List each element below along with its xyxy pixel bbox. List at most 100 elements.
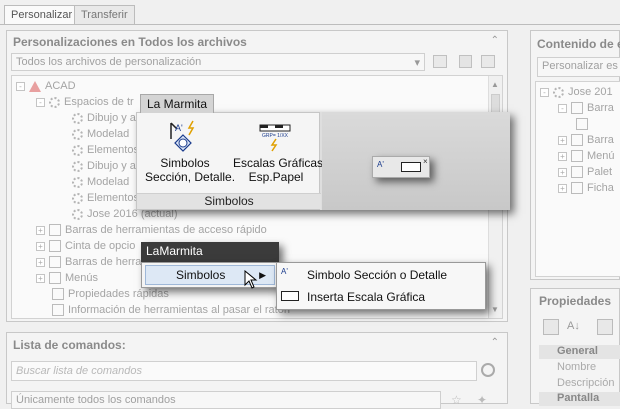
command-search-input[interactable]: Buscar lista de comandos [11,361,477,381]
tree-label: Propiedades rápidas [68,288,169,300]
open-file-icon[interactable] [433,55,447,68]
ribbon-tab-la-marmita[interactable]: La Marmita [140,94,214,113]
tab-transferir[interactable]: Transferir [74,5,135,24]
property-pages-icon[interactable] [597,319,613,335]
sort-alpha-icon[interactable]: A↓ [567,320,580,332]
scroll-thumb[interactable] [491,94,500,114]
tree-label: Cinta de opcio [65,240,136,252]
customize-workspace-button[interactable]: Personalizar es [537,57,620,77]
collapse-icon[interactable]: ⌃ [491,35,499,46]
tree-label: Barras de herramientas de acceso rápido [65,224,267,236]
filter-value: Únicamente todos los comandos [16,394,176,406]
graphic-scale-icon [281,291,299,301]
tree-item-qat[interactable]: + Barras de herramientas de acceso rápido [36,222,267,238]
tree-item[interactable]: + Ficha [558,180,614,196]
gear-icon [72,112,83,124]
svg-text:A': A' [175,123,183,133]
gear-icon [72,192,83,204]
menu-item-label: Simbolos [176,268,226,282]
properties-panel: Propiedades A↓ General Nombre Descripció… [530,288,620,406]
expander-icon: + [36,241,45,251]
star-icon[interactable]: ☆ [451,393,462,407]
search-placeholder: Buscar lista de comandos [16,365,142,377]
ribbon-preview: A' Simbolos Sección, Detalle. GRP= 1/XX … [136,112,510,210]
section-symbol-icon: A' [170,120,195,152]
scroll-up-icon[interactable]: ▲ [491,80,499,89]
tree-label: Modelad [87,176,130,188]
tree-item[interactable]: + Barra [558,132,614,148]
tree-item[interactable]: Elementos [72,142,139,158]
tree-label: Ficha [587,182,614,194]
tree-label: Información de herramientas al pasar el … [68,304,290,316]
tree-item-workspaces[interactable]: - Espacios de tr [36,94,134,110]
tree-item[interactable]: Modelad [72,174,129,190]
section-symbol-icon[interactable]: A' [377,160,397,176]
tree-item[interactable]: + Menú [558,148,615,164]
tree-item-ribbon[interactable]: + Cinta de opcio [36,238,135,254]
load-partial-icon[interactable] [481,55,495,68]
tree-label: Elementos [87,144,139,156]
categorized-icon[interactable] [543,319,559,335]
save-icon[interactable] [459,55,472,68]
expander-icon: - [540,87,549,97]
simbolos-seccion-button[interactable]: A' Simbolos Sección, Detalle. [145,119,236,189]
button-label: Personalizar es [542,60,618,72]
expander-icon: + [36,257,45,267]
tree-item[interactable]: + Palet [558,164,612,180]
submenu-item-escala[interactable]: Inserta Escala Gráfica [279,287,483,307]
chevron-down-icon: ▾ [414,57,420,69]
graphic-scale-icon: GRP= 1/XX [259,124,291,152]
submenu-item-seccion[interactable]: A' Simbolo Sección o Detalle [279,265,483,285]
tree-label: Elementos [87,192,139,204]
tree-item[interactable]: - Barra [558,100,614,116]
item-icon [576,118,588,130]
tree-item-menus[interactable]: + Menús [36,270,98,286]
tree-item-sub[interactable] [576,116,588,132]
floating-toolbar: A' × [372,156,430,178]
tab-personalizar[interactable]: Personalizar [4,5,80,25]
expander-icon: + [558,135,567,145]
menu-icon [49,272,61,284]
tree-item-acad[interactable]: - ACAD [16,78,76,94]
tab-divider [0,24,620,25]
expander-icon: - [36,97,45,107]
button-line1: Escalas Gráficas [233,156,324,170]
commands-title: Lista de comandos: [13,338,126,352]
submenu-item-label: Inserta Escala Gráfica [307,290,426,304]
expander-icon: + [558,183,567,193]
new-command-icon[interactable]: ✦ [477,393,487,407]
tab-icon [571,182,583,194]
section-general[interactable]: General [539,345,620,359]
button-line2: Esp.Papel [248,170,304,184]
section-symbol-icon: A' [281,267,288,276]
tree-item[interactable]: Dibujo y a [72,110,136,126]
tree-item[interactable]: Dibujo y a [72,158,136,174]
tree-label: Dibujo y a [87,160,136,172]
toolbar-icon [571,134,583,146]
escalas-graficas-button[interactable]: GRP= 1/XX Escalas Gráficas Esp.Papel [233,119,324,189]
tree-label: Modelad [87,128,130,140]
collapse-icon[interactable]: ⌃ [491,337,499,348]
tree-item-rollover[interactable]: Información de herramientas al pasar el … [52,302,290,318]
scroll-down-icon[interactable]: ▼ [491,305,499,314]
toolbar-icon [49,256,61,268]
gear-icon [72,160,83,172]
tree-item-jose[interactable]: - Jose 201 [540,84,613,100]
search-icon[interactable] [481,363,495,377]
tree-item-quick-props[interactable]: Propiedades rápidas [52,286,169,302]
tree-item-toolbars[interactable]: + Barras de herra [36,254,141,270]
commands-panel: Lista de comandos: ⌃ Buscar lista de com… [6,332,508,409]
tree-item[interactable]: Modelad [72,126,129,142]
prop-name: Nombre [557,361,597,373]
tree-item[interactable]: Elementos [72,190,139,206]
graphic-scale-icon[interactable] [401,162,421,172]
button-line2: Sección, Detalle. [145,170,236,184]
submenu: A' Simbolo Sección o Detalle Inserta Esc… [276,262,486,310]
command-filter-select[interactable]: Únicamente todos los comandos [11,391,441,409]
close-icon[interactable]: × [423,157,428,166]
submenu-arrow-icon: ▶ [259,269,266,280]
filter-select[interactable]: Todos los archivos de personalización ▾ [11,53,425,71]
expander-icon: + [558,167,567,177]
mouse-cursor-icon [244,270,258,289]
tooltip-icon [52,304,64,316]
